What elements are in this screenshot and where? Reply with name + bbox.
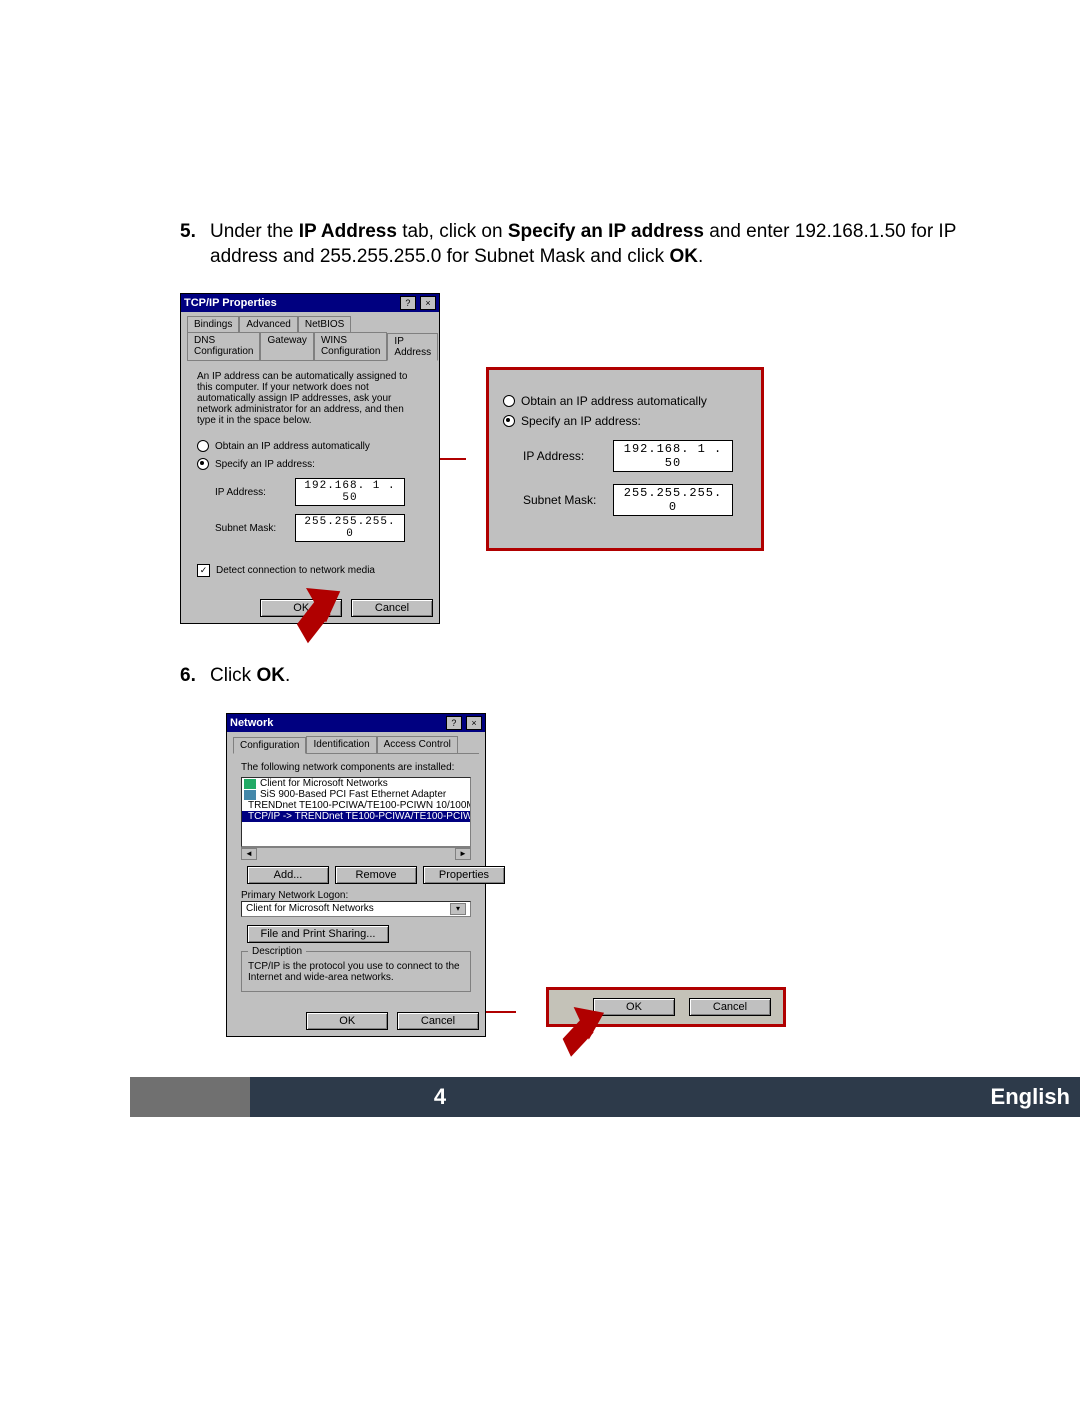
help-icon[interactable]: ? (446, 716, 462, 730)
t: OK (669, 246, 698, 267)
description-body: TCP/IP is the protocol you use to connec… (248, 961, 464, 983)
page-number: 4 (250, 1077, 630, 1117)
ip-address-input[interactable]: 192.168. 1 . 50 (295, 478, 405, 506)
radio-dot-icon (197, 440, 209, 452)
check-icon: ✓ (197, 564, 210, 577)
page-footer: 4 English (130, 1077, 1080, 1117)
page-language: English (630, 1077, 1080, 1117)
tab-netbios[interactable]: NetBIOS (298, 316, 351, 332)
adapter-icon (244, 790, 256, 800)
network-titlebar[interactable]: Network ? × (227, 714, 485, 732)
tab-access-control[interactable]: Access Control (377, 736, 458, 753)
zoom-ok-button[interactable]: OK (593, 998, 675, 1016)
t: OK (256, 665, 285, 686)
tcpip-title: TCP/IP Properties (184, 297, 277, 309)
step-6-number: 6. (180, 664, 210, 689)
radio-dot-selected-icon (197, 458, 209, 470)
scroll-left-icon[interactable]: ◄ (241, 848, 257, 860)
checkbox-detect-media[interactable]: ✓ Detect connection to network media (197, 564, 423, 577)
tab-advanced[interactable]: Advanced (239, 316, 297, 332)
radio-specify-ip[interactable]: Specify an IP address: (197, 458, 423, 470)
tab-wins[interactable]: WINS Configuration (314, 332, 387, 360)
step-5-number: 5. (180, 220, 210, 269)
callout-connector-line (440, 458, 466, 460)
radio-specify-ip-label: Specify an IP address: (215, 459, 315, 470)
list-item[interactable]: SiS 900-Based PCI Fast Ethernet Adapter (260, 789, 446, 800)
zoom-ip-input[interactable]: 192.168. 1 . 50 (613, 440, 733, 472)
callout-connector-line (486, 1011, 516, 1013)
list-item-selected[interactable]: TCP/IP -> TRENDnet TE100-PCIWA/TE100-PCI… (248, 811, 471, 822)
tcpip-titlebar[interactable]: TCP/IP Properties ? × (181, 294, 439, 312)
step-5-text: 5. Under the IP Address tab, click on Sp… (180, 220, 990, 269)
primary-logon-value: Client for Microsoft Networks (246, 903, 374, 915)
help-icon[interactable]: ? (400, 296, 416, 310)
close-icon[interactable]: × (420, 296, 436, 310)
zoom-callout-ip-fields: Obtain an IP address automatically Speci… (486, 367, 764, 551)
components-listbox[interactable]: Client for Microsoft Networks SiS 900-Ba… (241, 777, 471, 847)
tab-identification[interactable]: Identification (306, 736, 376, 753)
zoom-cancel-button[interactable]: Cancel (689, 998, 771, 1016)
t: . (285, 665, 290, 686)
dropdown-icon[interactable]: ▾ (450, 903, 466, 915)
t: Specify an IP address (508, 221, 704, 242)
scroll-right-icon[interactable]: ► (455, 848, 471, 860)
ip-tab-description: An IP address can be automatically assig… (197, 371, 423, 426)
radio-obtain-auto[interactable]: Obtain an IP address automatically (197, 440, 423, 452)
zoom-ip-label: IP Address: (523, 449, 603, 463)
radio-dot-icon (503, 395, 515, 407)
properties-button[interactable]: Properties (423, 866, 505, 884)
tcpip-properties-dialog: TCP/IP Properties ? × Bindings Advanced … (180, 293, 440, 624)
cancel-button[interactable]: Cancel (351, 599, 433, 617)
ip-address-label: IP Address: (215, 487, 285, 498)
description-legend: Description (248, 946, 306, 957)
add-button[interactable]: Add... (247, 866, 329, 884)
radio-dot-selected-icon (503, 415, 515, 427)
t: Under the (210, 221, 299, 242)
list-item[interactable]: Client for Microsoft Networks (260, 778, 388, 789)
tab-configuration[interactable]: Configuration (233, 737, 306, 754)
list-item[interactable]: TRENDnet TE100-PCIWA/TE100-PCIWN 10/100M… (248, 800, 471, 811)
primary-logon-select[interactable]: Client for Microsoft Networks ▾ (241, 901, 471, 917)
t: . (698, 246, 703, 267)
description-fieldset: Description TCP/IP is the protocol you u… (241, 951, 471, 992)
t: tab, click on (397, 221, 508, 242)
cancel-button[interactable]: Cancel (397, 1012, 479, 1030)
subnet-mask-input[interactable]: 255.255.255. 0 (295, 514, 405, 542)
close-icon[interactable]: × (466, 716, 482, 730)
remove-button[interactable]: Remove (335, 866, 417, 884)
tab-gateway[interactable]: Gateway (260, 332, 313, 360)
t: Click (210, 665, 256, 686)
zoom-mask-input[interactable]: 255.255.255. 0 (613, 484, 733, 516)
tab-dns[interactable]: DNS Configuration (187, 332, 260, 360)
tab-bindings[interactable]: Bindings (187, 316, 239, 332)
zoom-radio-specify[interactable]: Specify an IP address: (503, 414, 743, 428)
zoom-radio-specify-label: Specify an IP address: (521, 414, 641, 428)
footer-accent (130, 1077, 250, 1117)
checkbox-detect-media-label: Detect connection to network media (216, 565, 375, 576)
step-5-body: Under the IP Address tab, click on Speci… (210, 220, 990, 269)
list-scrollbar[interactable]: ◄► (241, 847, 471, 860)
zoom-mask-label: Subnet Mask: (523, 493, 603, 507)
step-6-body: Click OK. (210, 664, 990, 689)
zoom-radio-auto-label: Obtain an IP address automatically (521, 394, 707, 408)
installed-components-label: The following network components are ins… (241, 762, 471, 773)
radio-obtain-auto-label: Obtain an IP address automatically (215, 441, 370, 452)
step-6-text: 6. Click OK. (180, 664, 990, 689)
subnet-mask-label: Subnet Mask: (215, 523, 285, 534)
client-icon (244, 779, 256, 789)
file-print-sharing-button[interactable]: File and Print Sharing... (247, 925, 389, 943)
primary-logon-label: Primary Network Logon: (241, 890, 471, 901)
zoom-radio-obtain-auto[interactable]: Obtain an IP address automatically (503, 394, 743, 408)
network-dialog: Network ? × Configuration Identification… (226, 713, 486, 1037)
network-title: Network (230, 717, 273, 729)
tab-ip-address[interactable]: IP Address (387, 333, 438, 361)
t: IP Address (299, 221, 397, 242)
ok-button[interactable]: OK (306, 1012, 388, 1030)
